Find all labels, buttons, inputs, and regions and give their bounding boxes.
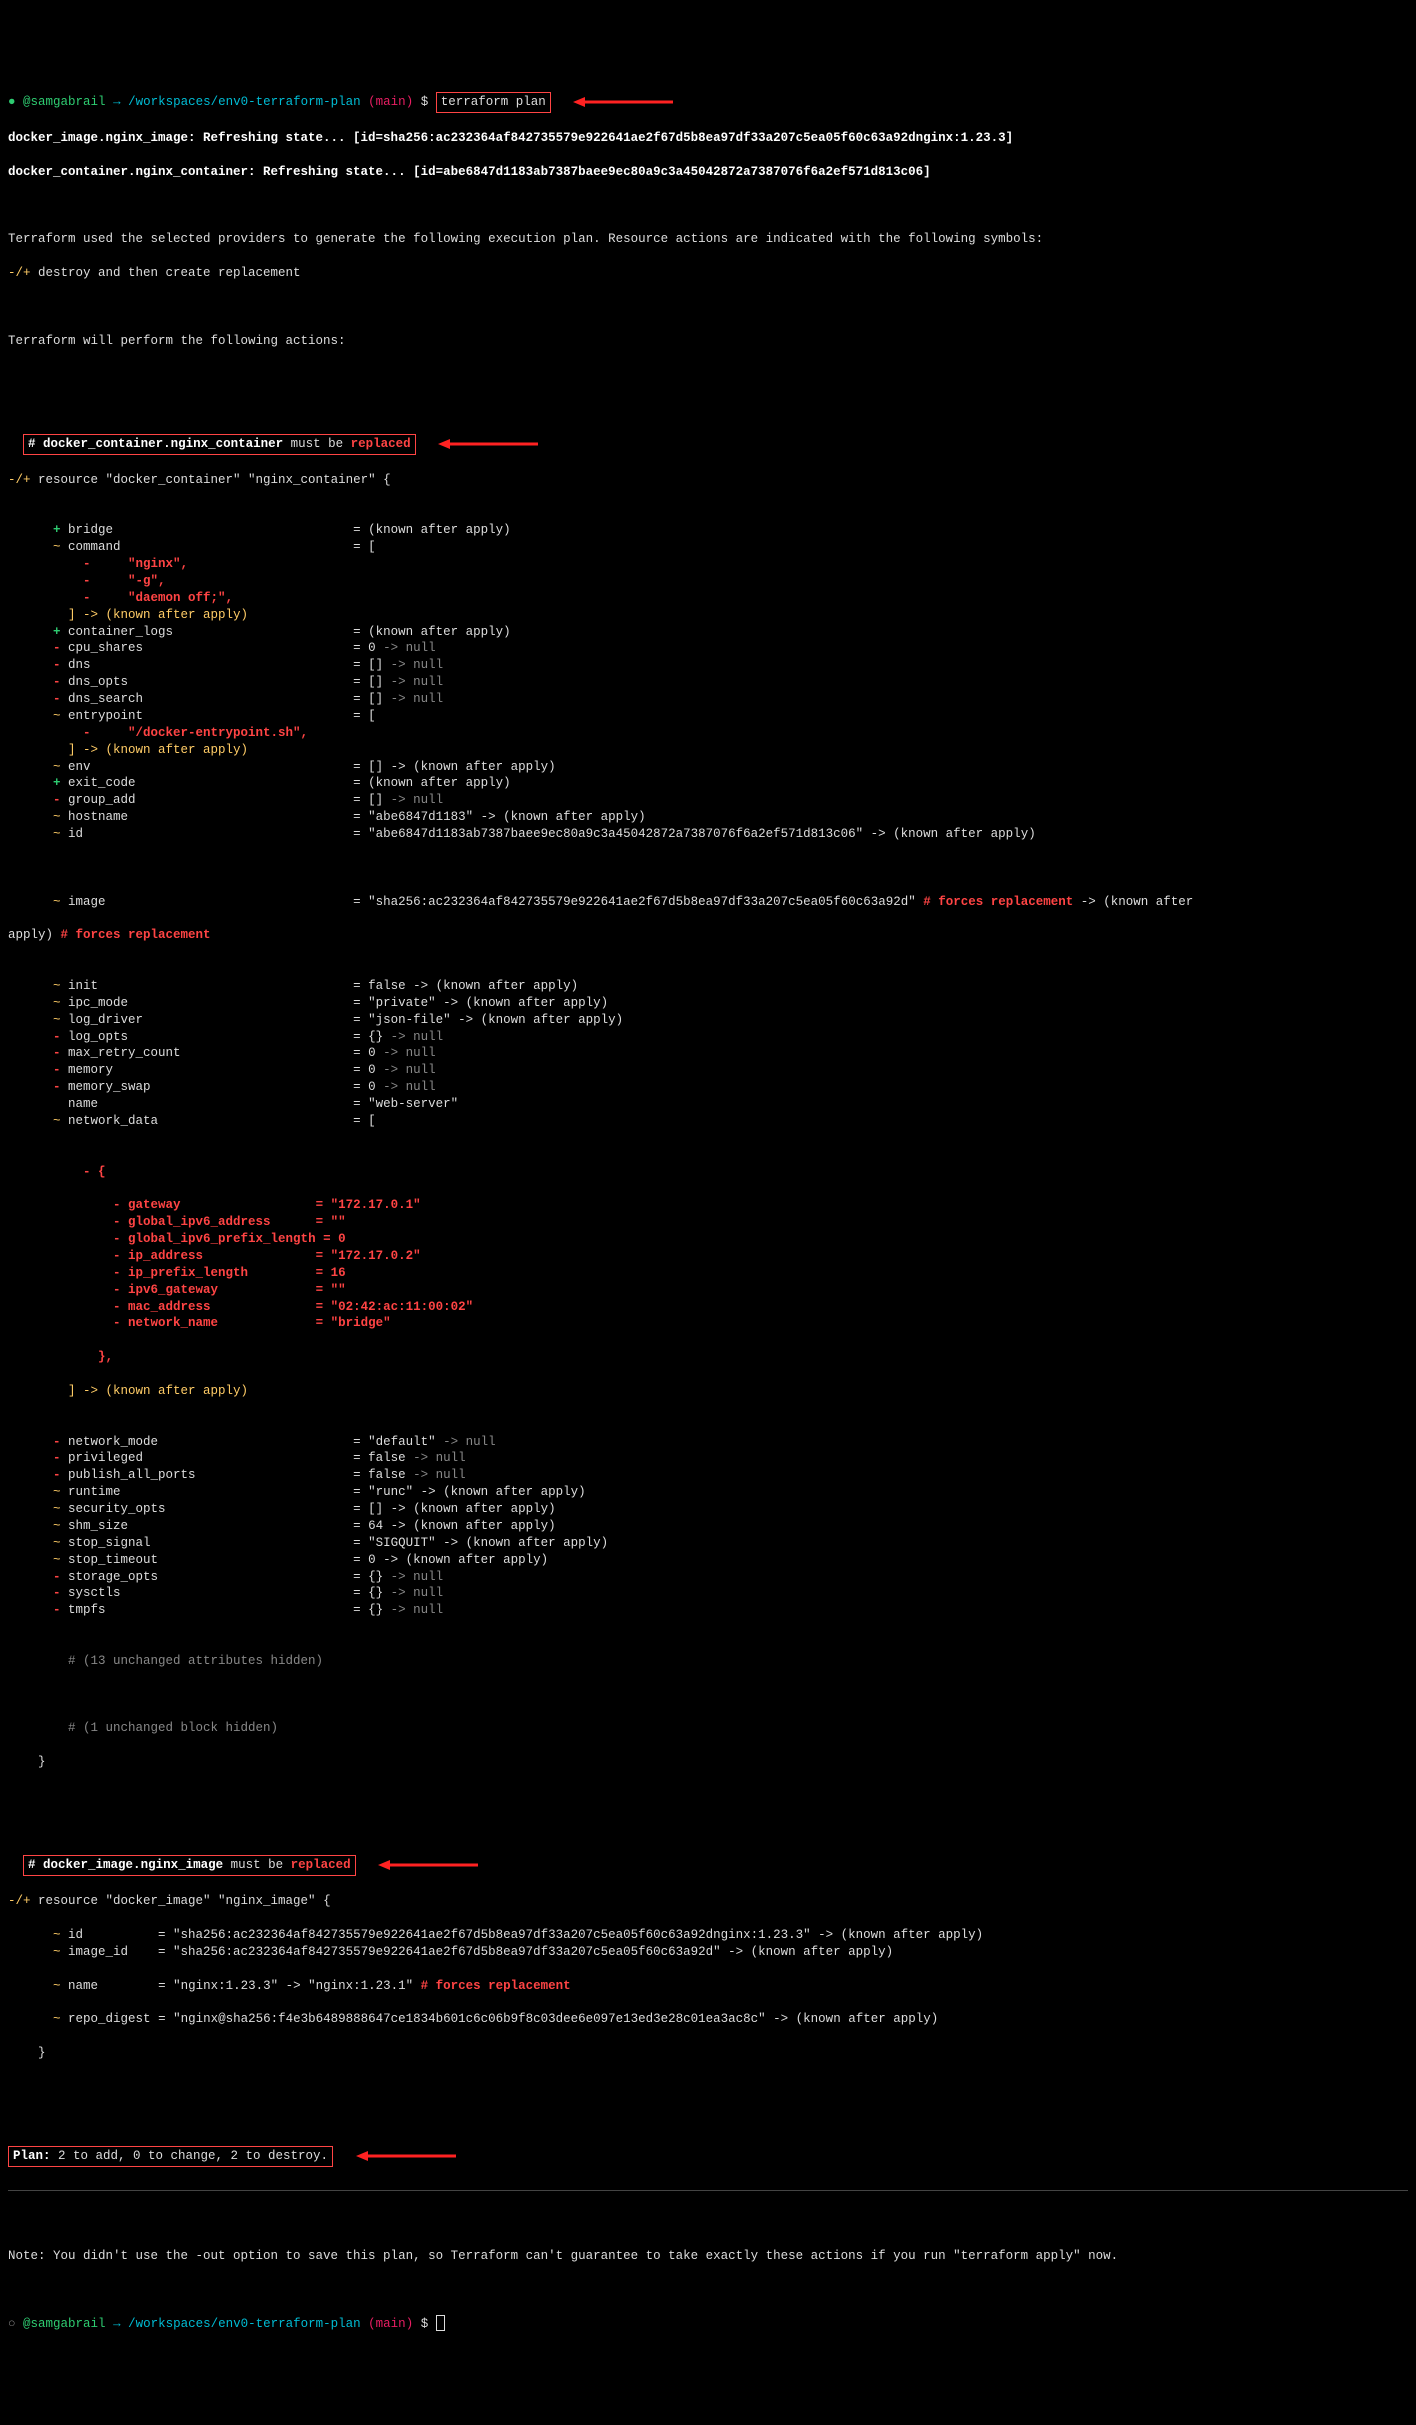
attr-line: - storage_opts = {} -> null xyxy=(8,1569,1408,1586)
prompt-dollar: $ xyxy=(421,2317,429,2331)
attr-line: - tmpfs = {} -> null xyxy=(8,1602,1408,1619)
attr-line: - dns_opts = [] -> null xyxy=(8,674,1408,691)
network-attr: - gateway = "172.17.0.1" xyxy=(8,1197,1408,1214)
resource-header-container: # docker_container.nginx_container must … xyxy=(8,434,1408,455)
attr-line: ~ shm_size = 64 -> (known after apply) xyxy=(8,1518,1408,1535)
prompt-user: @samgabrail xyxy=(23,2317,106,2331)
attr-line: ~ stop_timeout = 0 -> (known after apply… xyxy=(8,1552,1408,1569)
attr-line: - dns = [] -> null xyxy=(8,657,1408,674)
attr-image: ~ image = "sha256:ac232364af842735579e92… xyxy=(8,894,1408,911)
attr-line: - max_retry_count = 0 -> null xyxy=(8,1045,1408,1062)
attr-repo-digest: ~ repo_digest = "nginx@sha256:f4e3b64898… xyxy=(8,2011,1408,2028)
attr-line: - publish_all_ports = false -> null xyxy=(8,1467,1408,1484)
network-open: - { xyxy=(8,1164,1408,1181)
attr-line: ~ hostname = "abe6847d1183" -> (known af… xyxy=(8,809,1408,826)
attr-line: ~ command = [ xyxy=(8,539,1408,556)
attr-line: + container_logs = (known after apply) xyxy=(8,624,1408,641)
status-dot-icon: ● xyxy=(8,95,16,109)
hidden-comment: # (1 unchanged block hidden) xyxy=(8,1720,1408,1737)
brace-close: } xyxy=(8,1754,1408,1771)
attr-line: ~ id = "abe6847d1183ab7387baee9ec80a9c3a… xyxy=(8,826,1408,843)
intro-symbol: -/+ destroy and then create replacement xyxy=(8,265,1408,282)
brace-close: } xyxy=(8,2045,1408,2062)
network-attr: - ip_address = "172.17.0.2" xyxy=(8,1248,1408,1265)
attr-line: - cpu_shares = 0 -> null xyxy=(8,640,1408,657)
plan-summary: Plan: 2 to add, 0 to change, 2 to destro… xyxy=(8,2146,1408,2167)
prompt-user: @samgabrail xyxy=(23,95,106,109)
attr-line: name = "web-server" xyxy=(8,1096,1408,1113)
network-attr: - ip_prefix_length = 16 xyxy=(8,1265,1408,1282)
resource-header-image: # docker_image.nginx_image must be repla… xyxy=(8,1855,1408,1876)
prompt-arrow-icon: → xyxy=(113,95,121,109)
attr-line: - privileged = false -> null xyxy=(8,1450,1408,1467)
attr-line: ~ env = [] -> (known after apply) xyxy=(8,759,1408,776)
attr-line: ~ init = false -> (known after apply) xyxy=(8,978,1408,995)
attr-line: - memory = 0 -> null xyxy=(8,1062,1408,1079)
attr-line: - "daemon off;", xyxy=(8,590,1408,607)
attr-line: ~ id = "sha256:ac232364af842735579e92264… xyxy=(8,1927,1408,1944)
attr-line: ] -> (known after apply) xyxy=(8,742,1408,759)
cursor-icon xyxy=(436,2315,445,2331)
attr-line: - "nginx", xyxy=(8,556,1408,573)
attr-line: ~ log_driver = "json-file" -> (known aft… xyxy=(8,1012,1408,1029)
refresh-line: docker_image.nginx_image: Refreshing sta… xyxy=(8,130,1408,147)
prompt-dollar: $ xyxy=(421,95,429,109)
network-attr: - global_ipv6_prefix_length = 0 xyxy=(8,1231,1408,1248)
attr-name: ~ name = "nginx:1.23.3" -> "nginx:1.23.1… xyxy=(8,1978,1408,1995)
resource-open: -/+ resource "docker_image" "nginx_image… xyxy=(8,1893,1408,1910)
annotation-arrow-icon xyxy=(573,95,683,109)
annotation-arrow-icon xyxy=(356,2149,466,2163)
prompt-branch: main xyxy=(376,95,406,109)
attr-line: - network_mode = "default" -> null xyxy=(8,1434,1408,1451)
attr-line: ~ stop_signal = "SIGQUIT" -> (known afte… xyxy=(8,1535,1408,1552)
note-line: Note: You didn't use the -out option to … xyxy=(8,2248,1408,2265)
network-attr: - network_name = "bridge" xyxy=(8,1315,1408,1332)
prompt-line-2[interactable]: ○ @samgabrail → /workspaces/env0-terrafo… xyxy=(8,2315,1408,2333)
annotation-arrow-icon xyxy=(378,1858,488,1872)
attr-image-wrap: apply) # forces replacement xyxy=(8,927,1408,944)
attr-line: - "/docker-entrypoint.sh", xyxy=(8,725,1408,742)
attr-line: - "-g", xyxy=(8,573,1408,590)
prompt-arrow-icon: → xyxy=(113,2317,121,2331)
attr-line: - dns_search = [] -> null xyxy=(8,691,1408,708)
network-attr: - ipv6_gateway = "" xyxy=(8,1282,1408,1299)
resource-open: -/+ resource "docker_container" "nginx_c… xyxy=(8,472,1408,489)
attr-line: ~ runtime = "runc" -> (known after apply… xyxy=(8,1484,1408,1501)
attr-line: ~ ipc_mode = "private" -> (known after a… xyxy=(8,995,1408,1012)
attr-line: ] -> (known after apply) xyxy=(8,607,1408,624)
hidden-comment: # (13 unchanged attributes hidden) xyxy=(8,1653,1408,1670)
attr-line: + exit_code = (known after apply) xyxy=(8,775,1408,792)
intro-actions: Terraform will perform the following act… xyxy=(8,333,1408,350)
attr-line: ~ security_opts = [] -> (known after app… xyxy=(8,1501,1408,1518)
attr-line: + bridge = (known after apply) xyxy=(8,522,1408,539)
attr-line: - memory_swap = 0 -> null xyxy=(8,1079,1408,1096)
annotation-arrow-icon xyxy=(438,437,548,451)
intro-line: Terraform used the selected providers to… xyxy=(8,231,1408,248)
attr-line: ~ network_data = [ xyxy=(8,1113,1408,1130)
highlighted-command: terraform plan xyxy=(436,92,551,113)
network-attr: - mac_address = "02:42:ac:11:00:02" xyxy=(8,1299,1408,1316)
network-close: }, xyxy=(8,1349,1408,1366)
attr-line: ~ entrypoint = [ xyxy=(8,708,1408,725)
network-close2: ] -> (known after apply) xyxy=(8,1383,1408,1400)
network-attr: - global_ipv6_address = "" xyxy=(8,1214,1408,1231)
refresh-line: docker_container.nginx_container: Refres… xyxy=(8,164,1408,181)
attr-line: - log_opts = {} -> null xyxy=(8,1029,1408,1046)
divider xyxy=(8,2190,1408,2191)
prompt-branch: main xyxy=(376,2317,406,2331)
attr-line: - group_add = [] -> null xyxy=(8,792,1408,809)
prompt-cwd: /workspaces/env0-terraform-plan xyxy=(128,2317,361,2331)
prompt-cwd: /workspaces/env0-terraform-plan xyxy=(128,95,361,109)
status-dot-icon: ○ xyxy=(8,2317,16,2331)
prompt-line-1[interactable]: ● @samgabrail → /workspaces/env0-terrafo… xyxy=(8,92,1408,113)
attr-line: ~ image_id = "sha256:ac232364af842735579… xyxy=(8,1944,1408,1961)
